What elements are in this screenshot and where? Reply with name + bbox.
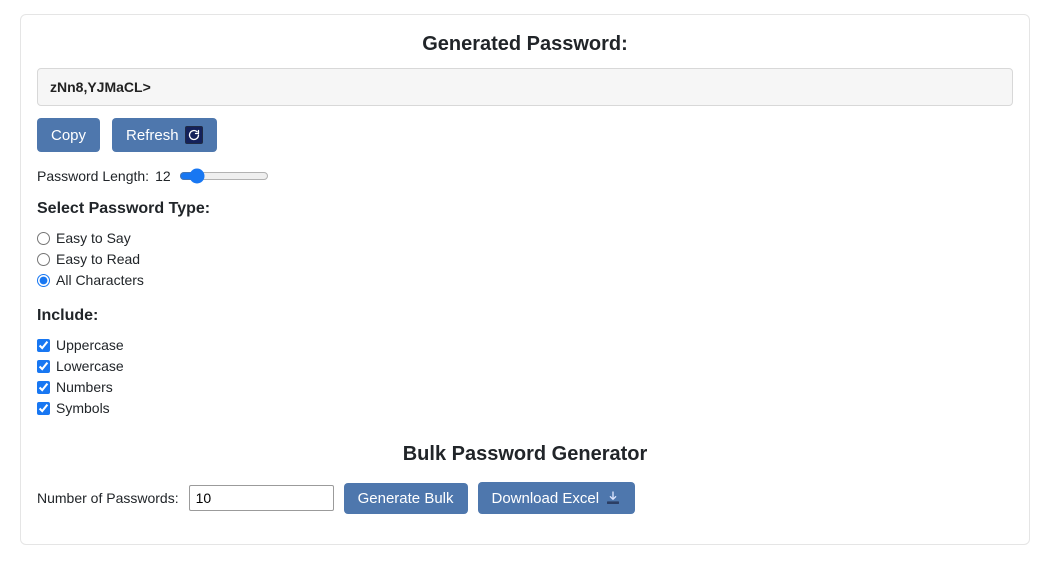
include-option-uppercase[interactable]: Uppercase — [37, 335, 1013, 356]
bulk-row: Number of Passwords: Generate Bulk Downl… — [37, 482, 1013, 514]
checkbox-lowercase[interactable] — [37, 360, 50, 373]
length-label: Password Length: — [37, 168, 149, 184]
length-row: Password Length: 12 — [37, 166, 1013, 186]
type-heading: Select Password Type: — [37, 200, 1013, 218]
checkbox-symbols[interactable] — [37, 402, 50, 415]
type-label: Easy to Say — [56, 228, 131, 249]
page-title: Generated Password: — [37, 33, 1013, 56]
type-option-easy-to-say[interactable]: Easy to Say — [37, 228, 1013, 249]
checkbox-uppercase[interactable] — [37, 339, 50, 352]
generate-bulk-button[interactable]: Generate Bulk — [344, 483, 468, 514]
radio-easy-to-read[interactable] — [37, 253, 50, 266]
length-value: 12 — [155, 168, 171, 184]
refresh-icon — [185, 126, 203, 144]
download-icon — [605, 490, 621, 506]
generated-password-output: zNn8,YJMaCL> — [37, 68, 1013, 106]
generate-bulk-label: Generate Bulk — [358, 491, 454, 506]
type-label: Easy to Read — [56, 249, 140, 270]
refresh-button[interactable]: Refresh — [112, 118, 217, 152]
radio-all-characters[interactable] — [37, 274, 50, 287]
copy-button-label: Copy — [51, 128, 86, 143]
radio-easy-to-say[interactable] — [37, 232, 50, 245]
type-label: All Characters — [56, 270, 144, 291]
include-label: Symbols — [56, 398, 110, 419]
bulk-count-label: Number of Passwords: — [37, 490, 179, 506]
refresh-button-label: Refresh — [126, 128, 179, 143]
include-label: Uppercase — [56, 335, 124, 356]
download-excel-label: Download Excel — [492, 491, 600, 506]
length-slider[interactable] — [179, 168, 269, 184]
include-label: Numbers — [56, 377, 113, 398]
include-option-lowercase[interactable]: Lowercase — [37, 356, 1013, 377]
checkbox-numbers[interactable] — [37, 381, 50, 394]
copy-button[interactable]: Copy — [37, 118, 100, 152]
bulk-title: Bulk Password Generator — [37, 443, 1013, 466]
type-option-all-characters[interactable]: All Characters — [37, 270, 1013, 291]
bulk-count-input[interactable] — [189, 485, 334, 511]
include-heading: Include: — [37, 307, 1013, 325]
password-generator-panel: Generated Password: zNn8,YJMaCL> Copy Re… — [20, 14, 1030, 545]
include-label: Lowercase — [56, 356, 124, 377]
action-row: Copy Refresh — [37, 118, 1013, 152]
download-excel-button[interactable]: Download Excel — [478, 482, 636, 514]
type-option-easy-to-read[interactable]: Easy to Read — [37, 249, 1013, 270]
include-option-symbols[interactable]: Symbols — [37, 398, 1013, 419]
include-option-numbers[interactable]: Numbers — [37, 377, 1013, 398]
